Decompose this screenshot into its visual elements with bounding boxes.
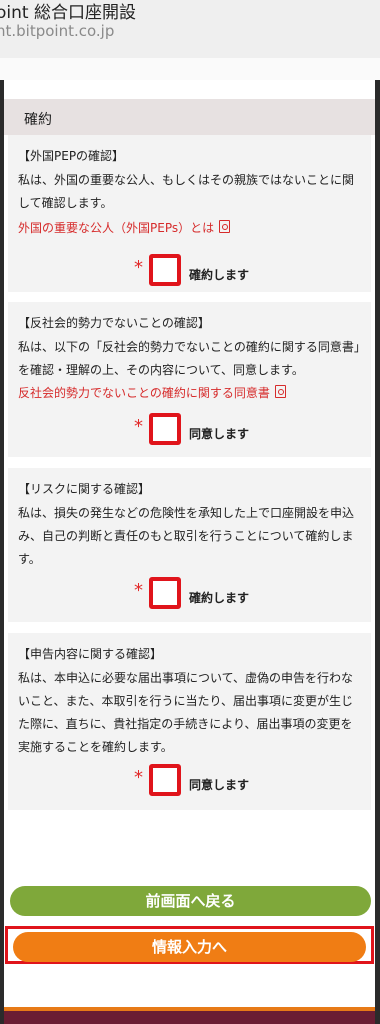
check-row: * 同意します [8, 764, 371, 802]
antisocial-agreement-link[interactable]: 反社会的勢力でないことの確約に関する同意書 [18, 384, 286, 401]
main-content: 確約 【外国PEPの確認】 私は、外国の重要な公人、もしくはその親族ではないこと… [4, 80, 375, 1024]
checkbox-label[interactable]: 確約します [189, 589, 249, 606]
item-heading: 【リスクに関する確認】 [18, 482, 151, 496]
item-body: 私は、以下の「反社会的勢力でないことの確約に関する同意書」を確認・理解の上、その… [18, 340, 360, 377]
antisocial-checkbox[interactable] [149, 413, 181, 445]
section-title: 確約 [24, 112, 52, 128]
required-mark: * [134, 580, 143, 601]
item-heading: 【申告内容に関する確認】 [18, 647, 163, 661]
required-mark: * [134, 416, 143, 437]
item-heading: 【反社会的勢力でないことの確認】 [18, 316, 210, 330]
back-button[interactable]: 前画面へ戻る [10, 886, 371, 916]
confirmation-item-declaration: 【申告内容に関する確認】 私は、本申込に必要な届出事項について、虚偽の申告を行わ… [8, 633, 371, 810]
item-body: 私は、本申込に必要な届出事項について、虚偽の申告を行わないこと、また、本取引を行… [18, 671, 354, 754]
checkbox-label[interactable]: 確約します [189, 266, 249, 283]
confirmation-item-risk: 【リスクに関する確認】 私は、損失の発生などの危険性を承知した上で口座開設を申込… [8, 468, 371, 622]
pdf-icon [219, 220, 231, 233]
browser-url[interactable]: nt.bitpoint.co.jp [0, 22, 114, 40]
checkbox-label[interactable]: 同意します [189, 425, 249, 442]
checkbox-label[interactable]: 同意します [189, 776, 249, 793]
confirmation-item-foreign-pep: 【外国PEPの確認】 私は、外国の重要な公人、もしくはその親族ではないことに関し… [8, 135, 371, 292]
required-mark: * [134, 767, 143, 788]
browser-title: oint 総合口座開設 [0, 3, 136, 23]
pdf-icon [274, 385, 286, 398]
risk-checkbox[interactable] [149, 577, 181, 609]
item-body: 私は、損失の発生などの危険性を承知した上で口座開設を申込み、自己の判断と責任のも… [18, 506, 355, 566]
check-row: * 確約します [8, 577, 371, 615]
next-button[interactable]: 情報入力へ [13, 932, 366, 962]
foreign-pep-link[interactable]: 外国の重要な公人（外国PEPs）とは [18, 219, 231, 236]
confirmation-item-antisocial: 【反社会的勢力でないことの確認】 私は、以下の「反社会的勢力でないことの確約に関… [8, 302, 371, 457]
browser-header: oint 総合口座開設 nt.bitpoint.co.jp [0, 0, 380, 58]
link-text[interactable]: 外国の重要な公人（外国PEPs）とは [18, 221, 214, 235]
section-header: 確約 [4, 99, 375, 135]
item-heading: 【外国PEPの確認】 [18, 149, 125, 163]
page-frame: 確約 【外国PEPの確認】 私は、外国の重要な公人、もしくはその親族ではないこと… [0, 80, 380, 1024]
link-text[interactable]: 反社会的勢力でないことの確約に関する同意書 [18, 386, 270, 400]
declaration-checkbox[interactable] [149, 764, 181, 796]
header-gap [0, 58, 380, 80]
foreign-pep-checkbox[interactable] [149, 254, 181, 286]
item-body: 私は、外国の重要な公人、もしくはその親族ではないことに関して確認します。 [18, 173, 355, 210]
required-mark: * [134, 257, 143, 278]
check-row: * 同意します [8, 413, 371, 451]
check-row: * 確約します [8, 254, 371, 292]
footer-bar [4, 1011, 375, 1024]
